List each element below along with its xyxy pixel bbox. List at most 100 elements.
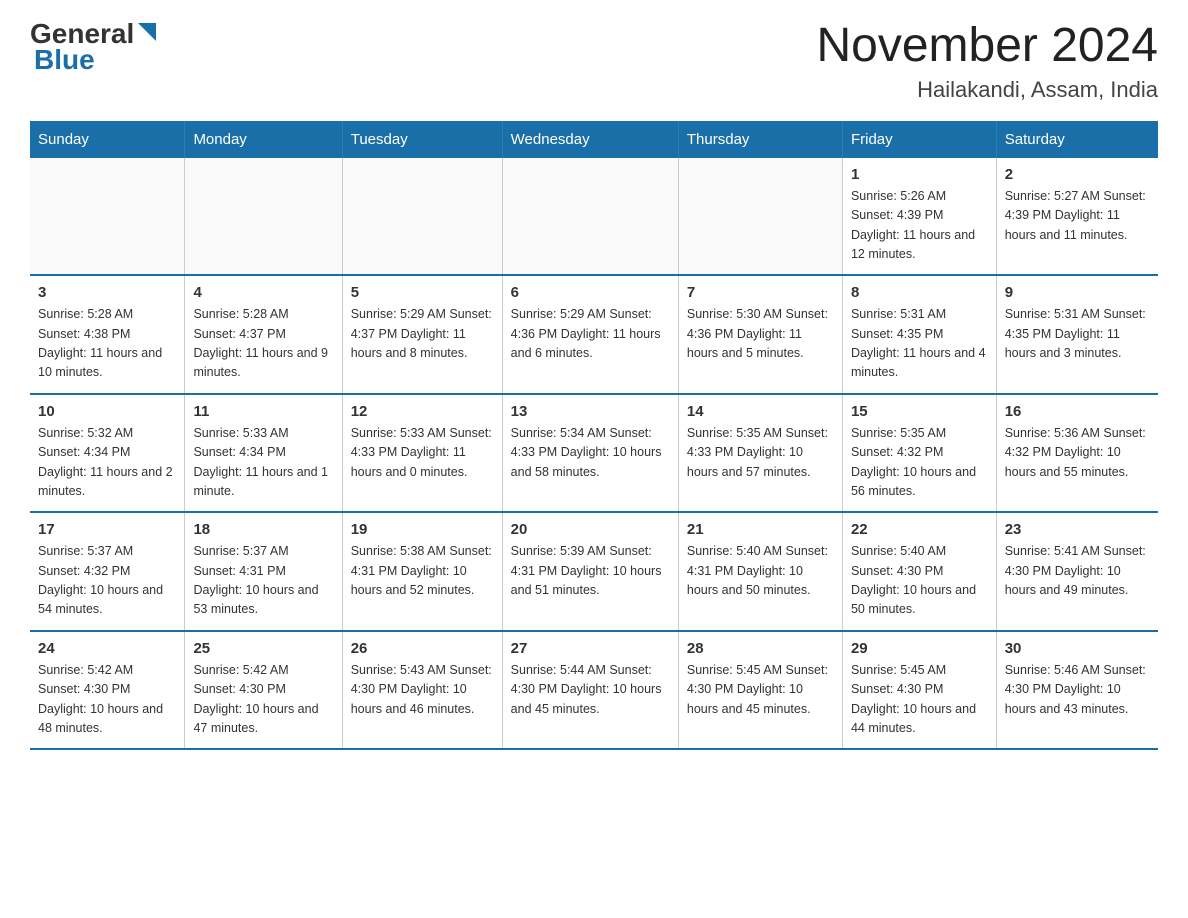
day-number: 8 (851, 284, 988, 301)
day-number: 28 (687, 640, 834, 657)
calendar-cell: 19 Sunrise: 5:38 AM Sunset: 4:31 PM Dayli… (342, 512, 502, 631)
day-info: Sunrise: 5:33 AM Sunset: 4:34 PM Dayligh… (193, 424, 333, 502)
day-number: 29 (851, 640, 988, 657)
calendar-table: Sunday Monday Tuesday Wednesday Thursday… (30, 121, 1158, 751)
header-sunday: Sunday (30, 121, 185, 158)
day-info: Sunrise: 5:37 AM Sunset: 4:32 PM Dayligh… (38, 542, 176, 620)
calendar-cell: 27 Sunrise: 5:44 AM Sunset: 4:30 PM Dayli… (502, 631, 678, 750)
calendar-week-row: 3 Sunrise: 5:28 AM Sunset: 4:38 PM Daylig… (30, 275, 1158, 394)
calendar-cell: 9Sunrise: 5:31 AM Sunset: 4:35 PM Daylig… (996, 275, 1158, 394)
day-number: 26 (351, 640, 494, 657)
day-info: Sunrise: 5:45 AM Sunset: 4:30 PM Dayligh… (851, 661, 988, 739)
calendar-cell: 30 Sunrise: 5:46 AM Sunset: 4:30 PM Dayli… (996, 631, 1158, 750)
calendar-cell: 15 Sunrise: 5:35 AM Sunset: 4:32 PM Dayli… (842, 394, 996, 513)
calendar-cell: 3 Sunrise: 5:28 AM Sunset: 4:38 PM Daylig… (30, 275, 185, 394)
calendar-cell: 14 Sunrise: 5:35 AM Sunset: 4:33 PM Dayli… (678, 394, 842, 513)
day-number: 15 (851, 403, 988, 420)
day-number: 3 (38, 284, 176, 301)
calendar-cell: 11 Sunrise: 5:33 AM Sunset: 4:34 PM Dayli… (185, 394, 342, 513)
day-info: Sunrise: 5:42 AM Sunset: 4:30 PM Dayligh… (38, 661, 176, 739)
calendar-week-row: 10Sunrise: 5:32 AM Sunset: 4:34 PM Dayli… (30, 394, 1158, 513)
logo: General Blue (30, 20, 158, 76)
calendar-cell: 29 Sunrise: 5:45 AM Sunset: 4:30 PM Dayli… (842, 631, 996, 750)
header-saturday: Saturday (996, 121, 1158, 158)
day-info: Sunrise: 5:38 AM Sunset: 4:31 PM Dayligh… (351, 542, 494, 600)
day-info: Sunrise: 5:42 AM Sunset: 4:30 PM Dayligh… (193, 661, 333, 739)
day-info: Sunrise: 5:26 AM Sunset: 4:39 PM Dayligh… (851, 187, 988, 265)
day-number: 19 (351, 521, 494, 538)
calendar-cell (30, 158, 185, 276)
calendar-cell (678, 158, 842, 276)
day-number: 11 (193, 403, 333, 420)
calendar-cell (185, 158, 342, 276)
day-info: Sunrise: 5:40 AM Sunset: 4:31 PM Dayligh… (687, 542, 834, 600)
day-number: 17 (38, 521, 176, 538)
page-header: General Blue November 2024 Hailakandi, A… (30, 20, 1158, 103)
day-number: 10 (38, 403, 176, 420)
calendar-cell: 25 Sunrise: 5:42 AM Sunset: 4:30 PM Dayli… (185, 631, 342, 750)
day-number: 21 (687, 521, 834, 538)
header-thursday: Thursday (678, 121, 842, 158)
day-number: 1 (851, 166, 988, 183)
day-number: 16 (1005, 403, 1150, 420)
day-info: Sunrise: 5:31 AM Sunset: 4:35 PM Dayligh… (851, 305, 988, 383)
day-number: 30 (1005, 640, 1150, 657)
day-info: Sunrise: 5:35 AM Sunset: 4:32 PM Dayligh… (851, 424, 988, 502)
header-wednesday: Wednesday (502, 121, 678, 158)
logo-triangle-icon (136, 21, 158, 43)
day-info: Sunrise: 5:29 AM Sunset: 4:37 PM Dayligh… (351, 305, 494, 363)
header-friday: Friday (842, 121, 996, 158)
day-info: Sunrise: 5:44 AM Sunset: 4:30 PM Dayligh… (511, 661, 670, 719)
day-info: Sunrise: 5:33 AM Sunset: 4:33 PM Dayligh… (351, 424, 494, 482)
subtitle: Hailakandi, Assam, India (816, 77, 1158, 103)
calendar-cell: 28 Sunrise: 5:45 AM Sunset: 4:30 PM Dayli… (678, 631, 842, 750)
day-number: 14 (687, 403, 834, 420)
day-number: 13 (511, 403, 670, 420)
calendar-cell: 26 Sunrise: 5:43 AM Sunset: 4:30 PM Dayli… (342, 631, 502, 750)
day-number: 9 (1005, 284, 1150, 301)
day-number: 27 (511, 640, 670, 657)
day-info: Sunrise: 5:43 AM Sunset: 4:30 PM Dayligh… (351, 661, 494, 719)
day-number: 18 (193, 521, 333, 538)
calendar-cell: 24 Sunrise: 5:42 AM Sunset: 4:30 PM Dayli… (30, 631, 185, 750)
calendar-cell: 2Sunrise: 5:27 AM Sunset: 4:39 PM Daylig… (996, 158, 1158, 276)
day-number: 12 (351, 403, 494, 420)
day-number: 6 (511, 284, 670, 301)
calendar-cell: 5 Sunrise: 5:29 AM Sunset: 4:37 PM Daylig… (342, 275, 502, 394)
calendar-cell: 1 Sunrise: 5:26 AM Sunset: 4:39 PM Daylig… (842, 158, 996, 276)
calendar-cell: 6 Sunrise: 5:29 AM Sunset: 4:36 PM Daylig… (502, 275, 678, 394)
calendar-cell: 23 Sunrise: 5:41 AM Sunset: 4:30 PM Dayli… (996, 512, 1158, 631)
day-info: Sunrise: 5:39 AM Sunset: 4:31 PM Dayligh… (511, 542, 670, 600)
header-monday: Monday (185, 121, 342, 158)
day-number: 22 (851, 521, 988, 538)
day-info: Sunrise: 5:37 AM Sunset: 4:31 PM Dayligh… (193, 542, 333, 620)
day-number: 5 (351, 284, 494, 301)
calendar-cell: 10Sunrise: 5:32 AM Sunset: 4:34 PM Dayli… (30, 394, 185, 513)
calendar-cell: 17 Sunrise: 5:37 AM Sunset: 4:32 PM Dayli… (30, 512, 185, 631)
day-info: Sunrise: 5:41 AM Sunset: 4:30 PM Dayligh… (1005, 542, 1150, 600)
day-number: 25 (193, 640, 333, 657)
day-info: Sunrise: 5:40 AM Sunset: 4:30 PM Dayligh… (851, 542, 988, 620)
day-info: Sunrise: 5:29 AM Sunset: 4:36 PM Dayligh… (511, 305, 670, 363)
day-number: 23 (1005, 521, 1150, 538)
day-info: Sunrise: 5:30 AM Sunset: 4:36 PM Dayligh… (687, 305, 834, 363)
header-tuesday: Tuesday (342, 121, 502, 158)
day-info: Sunrise: 5:34 AM Sunset: 4:33 PM Dayligh… (511, 424, 670, 482)
day-number: 4 (193, 284, 333, 301)
day-number: 7 (687, 284, 834, 301)
calendar-cell: 20Sunrise: 5:39 AM Sunset: 4:31 PM Dayli… (502, 512, 678, 631)
main-title: November 2024 (816, 20, 1158, 73)
day-number: 24 (38, 640, 176, 657)
day-info: Sunrise: 5:45 AM Sunset: 4:30 PM Dayligh… (687, 661, 834, 719)
calendar-cell: 12 Sunrise: 5:33 AM Sunset: 4:33 PM Dayli… (342, 394, 502, 513)
calendar-cell (502, 158, 678, 276)
calendar-cell (342, 158, 502, 276)
day-info: Sunrise: 5:28 AM Sunset: 4:38 PM Dayligh… (38, 305, 176, 383)
day-info: Sunrise: 5:36 AM Sunset: 4:32 PM Dayligh… (1005, 424, 1150, 482)
calendar-cell: 21 Sunrise: 5:40 AM Sunset: 4:31 PM Dayli… (678, 512, 842, 631)
day-info: Sunrise: 5:35 AM Sunset: 4:33 PM Dayligh… (687, 424, 834, 482)
day-info: Sunrise: 5:46 AM Sunset: 4:30 PM Dayligh… (1005, 661, 1150, 719)
day-info: Sunrise: 5:28 AM Sunset: 4:37 PM Dayligh… (193, 305, 333, 383)
calendar-header-row: Sunday Monday Tuesday Wednesday Thursday… (30, 121, 1158, 158)
calendar-week-row: 1 Sunrise: 5:26 AM Sunset: 4:39 PM Daylig… (30, 158, 1158, 276)
